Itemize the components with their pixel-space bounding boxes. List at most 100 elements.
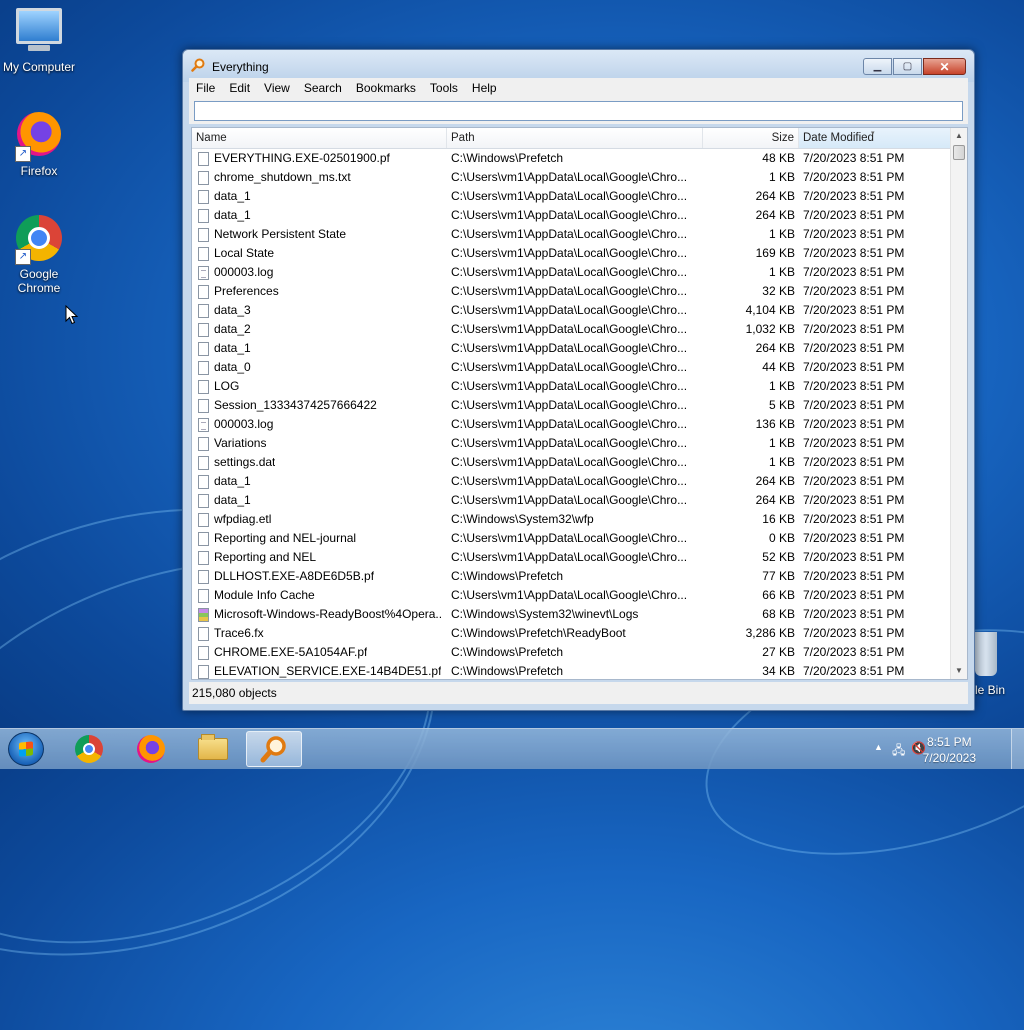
text-file-icon [198,265,209,280]
cell-date-modified: 7/20/2023 8:51 PM [803,208,905,222]
taskbar: ▲ 🖧 🔇 8:51 PM 7/20/2023 [0,728,1024,769]
table-row[interactable]: Microsoft-Windows-ReadyBoost%4Opera... C:… [192,605,952,624]
close-button[interactable]: ✕ [923,58,966,75]
cell-date-modified: 7/20/2023 8:51 PM [803,607,905,621]
table-row[interactable]: Module Info Cache C:\Users\vm1\AppData\Lo… [192,586,952,605]
menu-help[interactable]: Help [465,81,504,95]
table-row[interactable]: DLLHOST.EXE-A8DE6D5B.pf C:\Windows\Prefet… [192,567,952,586]
table-row[interactable]: CHROME.EXE-5A1054AF.pf C:\Windows\Prefetc… [192,643,952,662]
table-row[interactable]: Local State C:\Users\vm1\AppData\Local\Go… [192,244,952,263]
table-row[interactable]: data_1 C:\Users\vm1\AppData\Local\Google\… [192,491,952,510]
table-row[interactable]: 000003.log C:\Users\vm1\AppData\Local\Goo… [192,415,952,434]
cell-path: C:\Users\vm1\AppData\Local\Google\Chro..… [451,474,688,488]
menu-view[interactable]: View [257,81,297,95]
sort-arrow-icon: ▾ [871,130,875,137]
table-row[interactable]: Trace6.fx C:\Windows\Prefetch\ReadyBoot 3,… [192,624,952,643]
desktop-icon-google-chrome[interactable]: ↗ Google Chrome [0,215,78,295]
column-path[interactable]: Path [447,128,703,148]
show-desktop-button[interactable] [1011,729,1024,769]
column-size[interactable]: Size [703,128,799,148]
start-button[interactable] [8,732,44,766]
cell-name: 000003.log [192,415,447,434]
table-row[interactable]: ELEVATION_SERVICE.EXE-14B4DE51.pf C:\Wind… [192,662,952,679]
taskbar-explorer[interactable] [185,731,241,767]
shortcut-arrow-icon: ↗ [15,249,31,265]
results-list: Name Path Size ▾ Date Modified EVERYTHIN… [191,127,968,680]
taskbar-chrome[interactable] [61,731,117,767]
table-row[interactable]: Reporting and NEL C:\Users\vm1\AppData\Lo… [192,548,952,567]
menu-tools[interactable]: Tools [423,81,465,95]
cell-name: Module Info Cache [192,586,447,605]
table-row[interactable]: EVERYTHING.EXE-02501900.pf C:\Windows\Pre… [192,149,952,168]
minimize-button[interactable]: ▁ [863,58,892,75]
table-row[interactable]: settings.dat C:\Users\vm1\AppData\Local\G… [192,453,952,472]
search-input[interactable] [194,101,963,121]
menu-search[interactable]: Search [297,81,349,95]
recycle-bin-icon[interactable] [975,632,997,676]
cell-date-modified: 7/20/2023 8:51 PM [803,265,905,279]
file-name: data_0 [214,360,251,374]
cell-name: wfpdiag.etl [192,510,447,529]
scroll-thumb[interactable] [953,145,965,160]
column-name[interactable]: Name [192,128,447,148]
menu-edit[interactable]: Edit [222,81,257,95]
cell-date-modified: 7/20/2023 8:51 PM [803,360,905,374]
maximize-button[interactable]: ▢ [893,58,922,75]
cell-size: 66 KB [762,588,795,602]
cell-name: data_0 [192,358,447,377]
taskbar-firefox[interactable] [123,731,179,767]
table-row[interactable]: wfpdiag.etl C:\Windows\System32\wfp 16 KB 7… [192,510,952,529]
table-row[interactable]: Variations C:\Users\vm1\AppData\Local\Goo… [192,434,952,453]
cell-date-modified: 7/20/2023 8:51 PM [803,246,905,260]
cell-path: C:\Users\vm1\AppData\Local\Google\Chro..… [451,227,688,241]
cell-path: C:\Users\vm1\AppData\Local\Google\Chro..… [451,531,688,545]
table-row[interactable]: LOG C:\Users\vm1\AppData\Local\Google\Chr… [192,377,952,396]
cell-date-modified: 7/20/2023 8:51 PM [803,626,905,640]
table-row[interactable]: data_1 C:\Users\vm1\AppData\Local\Google\… [192,187,952,206]
table-row[interactable]: data_2 C:\Users\vm1\AppData\Local\Google\… [192,320,952,339]
table-row[interactable]: data_1 C:\Users\vm1\AppData\Local\Google\… [192,206,952,225]
show-hidden-icons-arrow-icon[interactable]: ▲ [874,742,883,752]
table-row[interactable]: data_1 C:\Users\vm1\AppData\Local\Google\… [192,472,952,491]
cell-path: C:\Windows\Prefetch [451,664,564,678]
file-icon [198,493,209,508]
file-name: Reporting and NEL [214,550,317,564]
cell-name: data_2 [192,320,447,339]
cell-name: DLLHOST.EXE-A8DE6D5B.pf [192,567,447,586]
column-date-modified[interactable]: ▾ Date Modified [799,128,952,148]
cell-path: C:\Users\vm1\AppData\Local\Google\Chro..… [451,246,688,260]
cell-size: 264 KB [755,341,795,355]
taskbar-everything[interactable] [246,731,302,767]
table-row[interactable]: Network Persistent State C:\Users\vm1\App… [192,225,952,244]
table-row[interactable]: chrome_shutdown_ms.txt C:\Users\vm1\AppDa… [192,168,952,187]
cell-size: 1 KB [768,455,795,469]
file-name: data_1 [214,189,251,203]
table-row[interactable]: data_1 C:\Users\vm1\AppData\Local\Google\… [192,339,952,358]
file-name: Preferences [214,284,279,298]
cell-path: C:\Users\vm1\AppData\Local\Google\Chro..… [451,360,688,374]
file-name: Microsoft-Windows-ReadyBoost%4Opera... [214,607,443,621]
desktop-icon-firefox[interactable]: ↗ Firefox [0,112,78,178]
cell-date-modified: 7/20/2023 8:51 PM [803,284,905,298]
close-icon: ✕ [939,59,950,74]
table-row[interactable]: data_0 C:\Users\vm1\AppData\Local\Google\… [192,358,952,377]
cell-size: 1 KB [768,265,795,279]
clock[interactable]: 8:51 PM 7/20/2023 [923,734,976,766]
vertical-scrollbar[interactable]: ▲ ▼ [950,128,967,679]
clock-date: 7/20/2023 [922,751,976,765]
scroll-up-icon[interactable]: ▲ [951,128,967,144]
cell-name: data_1 [192,187,447,206]
table-row[interactable]: Session_13334374257666422 C:\Users\vm1\Ap… [192,396,952,415]
menu-bookmarks[interactable]: Bookmarks [349,81,423,95]
menu-file[interactable]: File [189,81,222,95]
table-row[interactable]: Reporting and NEL-journal C:\Users\vm1\Ap… [192,529,952,548]
desktop-icon-my-computer[interactable]: My Computer [0,8,78,74]
file-name: 000003.log [214,265,274,279]
table-row[interactable]: Preferences C:\Users\vm1\AppData\Local\Go… [192,282,952,301]
table-row[interactable]: 000003.log C:\Users\vm1\AppData\Local\Goo… [192,263,952,282]
scroll-down-icon[interactable]: ▼ [951,663,967,679]
file-name: Variations [214,436,267,450]
table-row[interactable]: data_3 C:\Users\vm1\AppData\Local\Google\… [192,301,952,320]
cell-date-modified: 7/20/2023 8:51 PM [803,322,905,336]
network-icon[interactable]: 🖧 [892,741,905,762]
